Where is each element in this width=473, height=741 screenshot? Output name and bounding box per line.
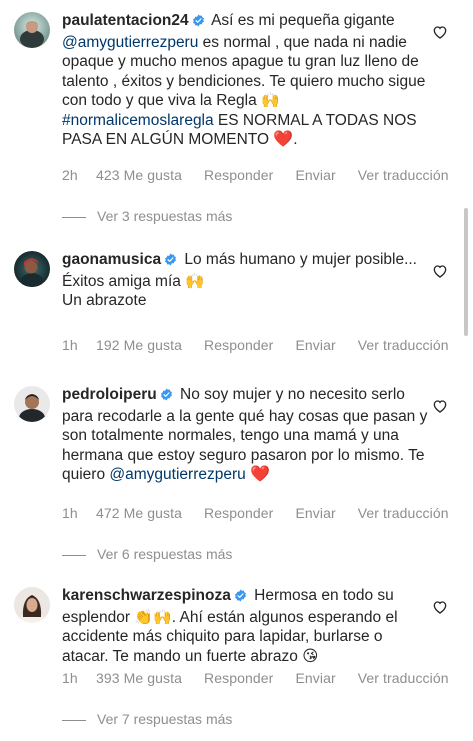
comment-text: gaonamusica Lo más humano y mujer posibl…: [62, 250, 432, 311]
translate-button[interactable]: Ver traducción: [358, 670, 449, 686]
translate-button[interactable]: Ver traducción: [358, 337, 449, 353]
heart-outline-icon[interactable]: [432, 24, 448, 40]
scrollbar-thumb[interactable]: [464, 208, 468, 336]
divider-line: [62, 216, 86, 218]
clap-hands-emoji: 👏🙌: [134, 608, 172, 626]
timestamp: 2h: [62, 167, 78, 183]
period: .: [293, 131, 298, 148]
username[interactable]: pedroloiperu: [62, 386, 157, 403]
avatar[interactable]: [14, 386, 50, 422]
view-more-replies-label[interactable]: Ver 3 respuestas más: [97, 208, 232, 224]
send-button[interactable]: Enviar: [295, 670, 335, 686]
send-button[interactable]: Enviar: [295, 167, 335, 183]
comment-actions: 1h 472 Me gusta Responder Enviar Ver traducc…: [62, 505, 472, 521]
comment-line: Éxitos amiga mía 🙌: [62, 272, 205, 290]
avatar[interactable]: [14, 251, 50, 287]
reply-button[interactable]: Responder: [204, 670, 273, 686]
translate-button[interactable]: Ver traducción: [358, 167, 449, 183]
username[interactable]: paulatentacion24: [62, 12, 189, 29]
timestamp: 1h: [62, 337, 78, 353]
divider-line: [62, 554, 86, 556]
avatar[interactable]: [14, 587, 50, 623]
raised-hands-emoji: 🙌: [261, 92, 280, 109]
red-heart-emoji: ❤️: [250, 466, 270, 483]
comment-actions: 1h 192 Me gusta Responder Enviar Ver traducc…: [62, 337, 472, 353]
view-more-replies-label[interactable]: Ver 6 respuestas más: [97, 546, 232, 562]
verified-badge-icon: [160, 387, 173, 407]
reply-button[interactable]: Responder: [204, 337, 273, 353]
comment-line: Lo más humano y mujer posible...: [184, 251, 417, 268]
view-more-replies[interactable]: Ver 7 respuestas más: [62, 711, 232, 727]
avatar[interactable]: [14, 12, 50, 48]
heart-outline-icon[interactable]: [432, 263, 448, 279]
timestamp: 1h: [62, 670, 78, 686]
likes-count[interactable]: 192 Me gusta: [96, 337, 182, 353]
kiss-emoji: 😘: [302, 647, 319, 665]
comments-screen: paulatentacion24 Así es mi pequeña gigan…: [0, 0, 473, 741]
verified-badge-icon: [192, 13, 205, 33]
comment-text: karenschwarzespinoza Hermosa en todo su …: [62, 586, 432, 666]
mention-link[interactable]: @amygutierrezperu: [109, 466, 245, 483]
hashtag-link[interactable]: #normalicemoslaregla: [62, 112, 214, 129]
translate-button[interactable]: Ver traducción: [358, 505, 449, 521]
red-heart-emoji: ❤️: [273, 131, 294, 148]
heart-outline-icon[interactable]: [432, 398, 448, 414]
comment-text: pedroloiperu No soy mujer y no necesito …: [62, 385, 432, 485]
comment-text: paulatentacion24 Así es mi pequeña gigan…: [62, 11, 432, 150]
divider-line: [62, 719, 86, 721]
timestamp: 1h: [62, 505, 78, 521]
comment-actions: 1h 393 Me gusta Responder Enviar Ver traducc…: [62, 670, 472, 686]
comment-body: Así es mi pequeña gigante: [211, 12, 395, 29]
view-more-replies[interactable]: Ver 6 respuestas más: [62, 546, 232, 562]
username[interactable]: karenschwarzespinoza: [62, 587, 231, 604]
reply-button[interactable]: Responder: [204, 167, 273, 183]
comment-line: Un abrazote: [62, 292, 147, 309]
heart-outline-icon[interactable]: [432, 599, 448, 615]
reply-button[interactable]: Responder: [204, 505, 273, 521]
send-button[interactable]: Enviar: [295, 337, 335, 353]
username[interactable]: gaonamusica: [62, 251, 161, 268]
view-more-replies-label[interactable]: Ver 7 respuestas más: [97, 711, 232, 727]
likes-count[interactable]: 423 Me gusta: [96, 167, 182, 183]
send-button[interactable]: Enviar: [295, 505, 335, 521]
mention-link[interactable]: @amygutierrezperu: [62, 34, 198, 51]
likes-count[interactable]: 393 Me gusta: [96, 670, 182, 686]
verified-badge-icon: [164, 252, 177, 272]
comment-actions: 2h 423 Me gusta Responder Enviar Ver traducc…: [62, 167, 472, 183]
verified-badge-icon: [234, 588, 247, 608]
likes-count[interactable]: 472 Me gusta: [96, 505, 182, 521]
view-more-replies[interactable]: Ver 3 respuestas más: [62, 208, 232, 224]
